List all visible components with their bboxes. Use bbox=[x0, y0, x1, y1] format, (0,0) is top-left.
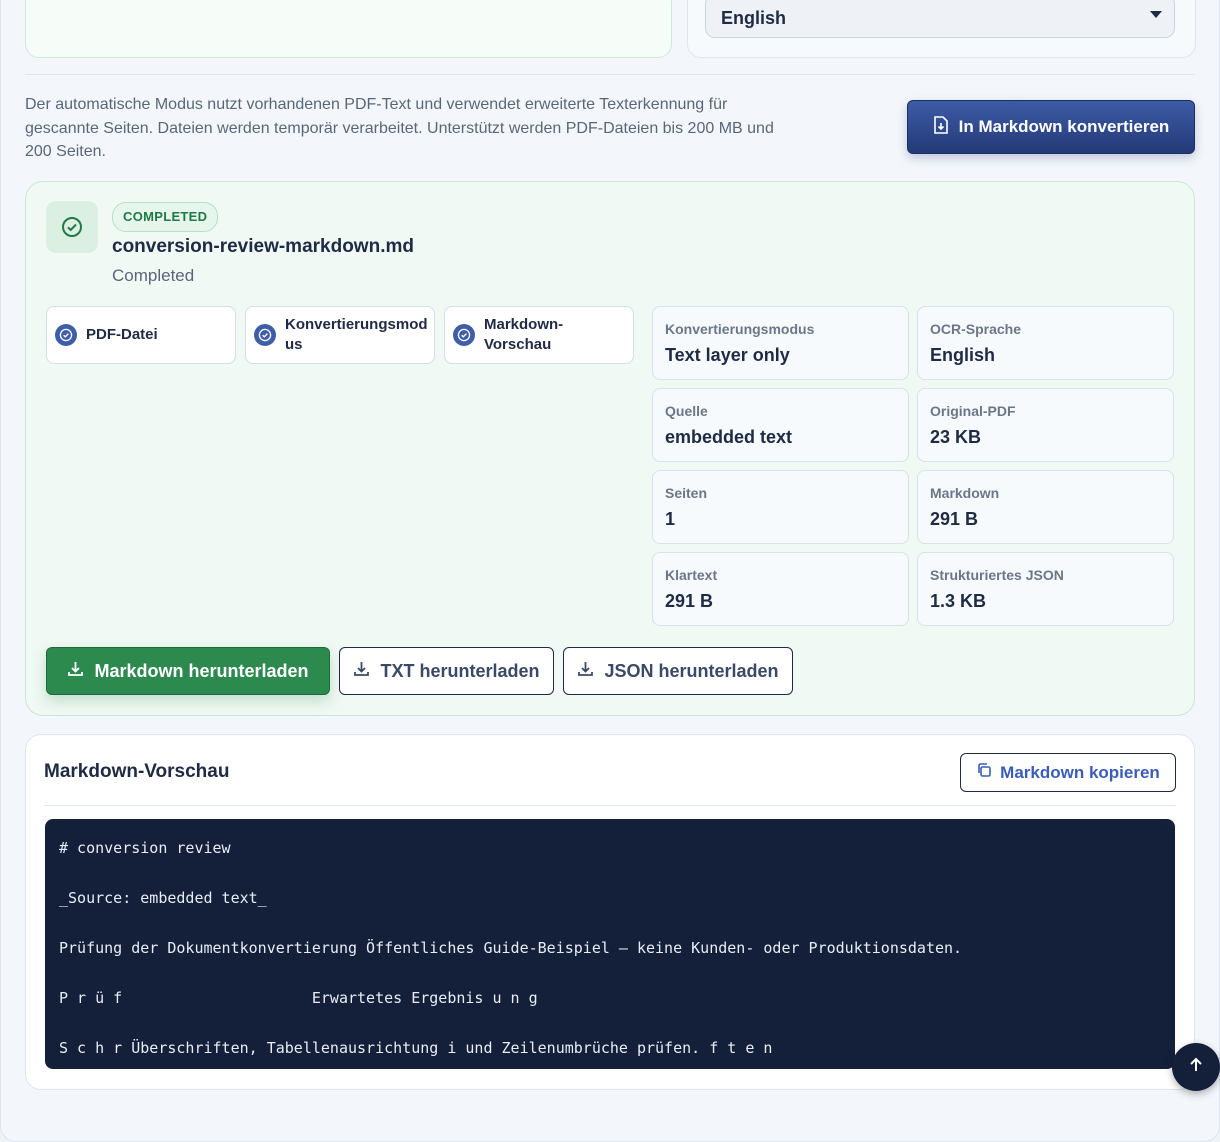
download-txt-label: TXT herunterladen bbox=[380, 660, 540, 681]
file-status: Completed bbox=[112, 266, 195, 285]
step-label: Konvertierungsmod us bbox=[285, 316, 428, 353]
status-badge: COMPLETED bbox=[112, 202, 219, 232]
preview-title: Markdown-Vorschau bbox=[44, 761, 230, 782]
meta-key: Markdown bbox=[930, 485, 1000, 501]
meta-pages: Seiten 1 bbox=[652, 470, 909, 544]
download-txt-button[interactable]: TXT herunterladen bbox=[339, 647, 554, 695]
upload-card bbox=[25, 0, 672, 58]
meta-value: embedded text bbox=[665, 427, 793, 447]
meta-key: OCR-Sprache bbox=[930, 321, 1022, 337]
scroll-to-top-button[interactable] bbox=[1172, 1043, 1220, 1091]
meta-key: Original-PDF bbox=[930, 403, 1016, 419]
ocr-language-value: English bbox=[721, 8, 787, 28]
download-json-label: JSON herunterladen bbox=[604, 660, 779, 681]
download-icon bbox=[577, 660, 594, 682]
code-line: Prüfung der Dokumentkonvertierung Öffent… bbox=[59, 939, 963, 957]
arrow-up-icon bbox=[1187, 1056, 1205, 1079]
code-line: _Source: embedded text_ bbox=[59, 889, 267, 907]
convert-button-label: In Markdown konvertieren bbox=[958, 117, 1170, 136]
meta-value: 291 B bbox=[665, 591, 714, 611]
download-markdown-label: Markdown herunterladen bbox=[94, 660, 309, 681]
step-label: PDF-Datei bbox=[86, 326, 158, 343]
chevron-down-icon bbox=[1150, 11, 1162, 18]
download-markdown-button[interactable]: Markdown herunterladen bbox=[46, 647, 330, 695]
step-label: Markdown-Vorschau bbox=[484, 316, 564, 353]
file-name: conversion-review-markdown.md bbox=[112, 236, 414, 257]
meta-original-pdf: Original-PDF 23 KB bbox=[917, 388, 1174, 462]
download-icon bbox=[67, 660, 84, 682]
check-circle-icon bbox=[55, 324, 77, 346]
convert-button[interactable]: In Markdown konvertieren bbox=[907, 100, 1195, 154]
meta-source: Quelle embedded text bbox=[652, 388, 909, 462]
check-circle-icon bbox=[46, 201, 98, 253]
meta-markdown-size: Markdown 291 B bbox=[917, 470, 1174, 544]
step-pdf-file: PDF-Datei bbox=[46, 306, 236, 364]
meta-value: 291 B bbox=[930, 509, 979, 529]
divider bbox=[25, 74, 1195, 75]
meta-json-size: Strukturiertes JSON 1.3 KB bbox=[917, 552, 1174, 626]
meta-key: Klartext bbox=[665, 567, 718, 583]
check-circle-icon bbox=[254, 324, 276, 346]
download-json-button[interactable]: JSON herunterladen bbox=[563, 647, 793, 695]
step-conversion-mode: Konvertierungsmod us bbox=[245, 306, 435, 364]
meta-ocr-language: OCR-Sprache English bbox=[917, 306, 1174, 380]
meta-key: Seiten bbox=[665, 485, 708, 501]
download-icon bbox=[353, 660, 370, 682]
meta-key: Konvertierungsmodus bbox=[665, 321, 815, 337]
meta-value: 1.3 KB bbox=[930, 591, 987, 611]
step-markdown-preview: Markdown-Vorschau bbox=[444, 306, 634, 364]
code-line: # conversion review bbox=[59, 839, 231, 857]
copy-markdown-button[interactable]: Markdown kopieren bbox=[960, 753, 1176, 792]
code-line: S c h r Überschriften, Tabellenausrichtu… bbox=[59, 1039, 773, 1057]
check-circle-icon bbox=[453, 324, 475, 346]
meta-value: 1 bbox=[665, 509, 676, 529]
markdown-preview-code: # conversion review _Source: embedded tex… bbox=[45, 819, 1175, 1069]
code-line: P r ü f Erwartetes Ergebnis u n g bbox=[59, 989, 538, 1007]
info-text: Der automatische Modus nutzt vorhandenen… bbox=[25, 96, 774, 160]
meta-plaintext-size: Klartext 291 B bbox=[652, 552, 909, 626]
meta-conversion-mode: Konvertierungsmodus Text layer only bbox=[652, 306, 909, 380]
divider bbox=[44, 805, 1176, 806]
copy-markdown-label: Markdown kopieren bbox=[1000, 762, 1160, 782]
meta-value: 23 KB bbox=[930, 427, 982, 447]
meta-key: Quelle bbox=[665, 403, 708, 419]
copy-icon bbox=[976, 762, 992, 783]
meta-key: Strukturiertes JSON bbox=[930, 567, 1064, 583]
file-convert-icon bbox=[933, 115, 949, 139]
ocr-language-select[interactable]: English bbox=[705, 0, 1175, 38]
meta-value: English bbox=[930, 345, 996, 365]
meta-value: Text layer only bbox=[665, 345, 790, 365]
